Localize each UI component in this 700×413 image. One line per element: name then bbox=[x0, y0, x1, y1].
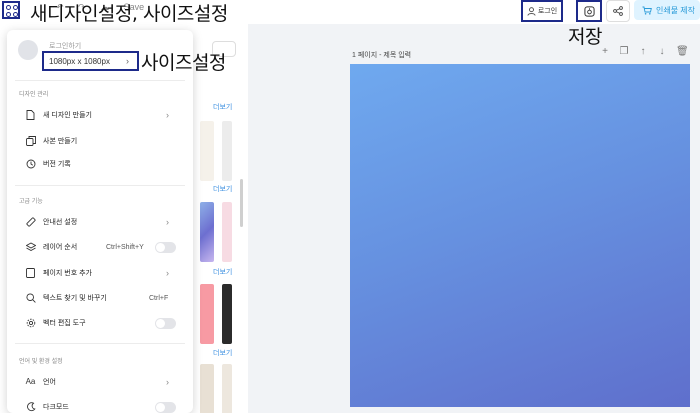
file-icon bbox=[25, 109, 36, 120]
profile-name[interactable]: 로그인하기 bbox=[49, 41, 81, 51]
divider bbox=[15, 80, 185, 81]
annotation-save: 저장 bbox=[568, 26, 602, 48]
menu-item-new-design[interactable]: 새 디자인 만들기 › bbox=[7, 106, 193, 124]
divider bbox=[15, 185, 185, 186]
vector-tool-toggle[interactable] bbox=[155, 318, 176, 329]
template-panel: 더보기 더보기 더보기 더보기 bbox=[190, 24, 243, 413]
print-order-label: 인쇄물 제작 bbox=[656, 5, 696, 15]
more-link[interactable]: 더보기 bbox=[213, 267, 232, 277]
annotation-size: 사이즈설정 bbox=[141, 52, 226, 74]
layers-toggle[interactable] bbox=[155, 242, 176, 253]
copy-icon bbox=[25, 135, 36, 146]
menu-item-language[interactable]: Aa 언어 › bbox=[7, 373, 193, 391]
dark-mode-toggle[interactable] bbox=[155, 402, 176, 413]
section-title-language: 언어 및 환경 설정 bbox=[19, 359, 63, 365]
template-thumbnail[interactable] bbox=[222, 202, 232, 262]
template-thumbnail[interactable] bbox=[222, 364, 232, 413]
menu-item-label: 벡터 편집 도구 bbox=[43, 320, 86, 327]
menu-item-find-replace[interactable]: 텍스트 찾기 및 바꾸기 Ctrl+F bbox=[7, 289, 193, 307]
menu-item-label: 버전 기록 bbox=[43, 161, 71, 168]
template-thumbnail[interactable] bbox=[200, 121, 214, 181]
menu-item-copy[interactable]: 사본 만들기 bbox=[7, 132, 193, 150]
share-button[interactable] bbox=[606, 0, 630, 22]
menu-item-label: 텍스트 찾기 및 바꾸기 bbox=[43, 295, 107, 302]
more-link[interactable]: 더보기 bbox=[213, 348, 232, 358]
share-icon bbox=[613, 6, 623, 16]
menu-item-vector-tool[interactable]: 벡터 편집 도구 bbox=[7, 314, 193, 332]
menu-item-guides[interactable]: 안내선 설정 › bbox=[7, 213, 193, 231]
menu-item-label: 레이어 순서 bbox=[43, 244, 78, 251]
page-title[interactable]: 1 페이지 - 제목 입력 bbox=[352, 50, 411, 60]
chevron-right-icon: › bbox=[166, 217, 169, 227]
avatar[interactable] bbox=[18, 40, 38, 60]
page-icon bbox=[25, 267, 36, 278]
section-title-design: 디자인 관리 bbox=[19, 92, 49, 98]
login-button[interactable]: 로그인 bbox=[521, 0, 563, 22]
chevron-right-icon: › bbox=[166, 268, 169, 278]
language-icon: Aa bbox=[25, 377, 36, 386]
more-link[interactable]: 더보기 bbox=[213, 102, 232, 112]
menu-item-label: 다크모드 bbox=[43, 404, 69, 411]
canvas-area: 1 페이지 - 제목 입력 + ❐ ↑ ↓ 🗑 bbox=[248, 24, 700, 413]
search-icon bbox=[25, 292, 36, 303]
annotation-new-design-size: 새디자인설정, 사이즈설정 bbox=[30, 3, 228, 25]
cart-icon bbox=[642, 6, 652, 15]
user-icon bbox=[527, 6, 536, 16]
menu-item-layers[interactable]: 레이어 순서 Ctrl+Shift+Y bbox=[7, 238, 193, 256]
login-label: 로그인 bbox=[537, 8, 558, 15]
move-down-icon[interactable]: ↓ bbox=[657, 46, 667, 57]
canvas-size-value: 1080px x 1080px bbox=[49, 56, 110, 66]
template-thumbnail[interactable] bbox=[222, 284, 232, 344]
left-sidebar-strip bbox=[0, 24, 6, 413]
menu-grid-icon[interactable] bbox=[2, 1, 20, 19]
menu-item-label: 언어 bbox=[43, 379, 56, 386]
move-up-icon[interactable]: ↑ bbox=[638, 46, 648, 57]
trash-icon[interactable]: 🗑 bbox=[676, 46, 689, 57]
history-icon bbox=[25, 158, 36, 169]
panel-scrollbar[interactable] bbox=[240, 179, 243, 227]
ruler-icon bbox=[25, 216, 36, 227]
menu-item-label: 안내선 설정 bbox=[43, 219, 78, 226]
shortcut-label: Ctrl+F bbox=[149, 294, 169, 302]
template-thumbnail[interactable] bbox=[222, 121, 232, 181]
template-thumbnail[interactable] bbox=[200, 284, 214, 344]
print-order-button[interactable]: 인쇄물 제작 bbox=[634, 0, 700, 20]
chevron-right-icon: › bbox=[126, 56, 129, 66]
gear-icon bbox=[25, 317, 36, 328]
main-menu-dropdown: 로그인하기 1080px x 1080px › 디자인 관리 새 디자인 만들기… bbox=[7, 30, 193, 413]
moon-icon bbox=[25, 401, 36, 412]
page-tools: + ❐ ↑ ↓ 🗑 bbox=[600, 46, 689, 57]
more-link[interactable]: 더보기 bbox=[213, 184, 232, 194]
chevron-right-icon: › bbox=[166, 110, 169, 120]
shortcut-label: Ctrl+Shift+Y bbox=[106, 243, 144, 251]
design-canvas[interactable] bbox=[350, 64, 690, 407]
canvas-size-selector[interactable]: 1080px x 1080px › bbox=[42, 51, 139, 71]
save-icon bbox=[583, 5, 595, 17]
divider bbox=[15, 343, 185, 344]
menu-item-label: 사본 만들기 bbox=[43, 138, 78, 145]
menu-item-label: 새 디자인 만들기 bbox=[43, 112, 92, 119]
menu-item-history[interactable]: 버전 기록 bbox=[7, 155, 193, 173]
template-thumbnail[interactable] bbox=[200, 202, 214, 262]
chevron-right-icon: › bbox=[166, 377, 169, 387]
save-button[interactable] bbox=[576, 0, 602, 22]
template-thumbnail[interactable] bbox=[200, 364, 214, 413]
menu-item-page-number[interactable]: 페이지 번호 추가 › bbox=[7, 264, 193, 282]
copy-page-icon[interactable]: ❐ bbox=[619, 46, 629, 57]
layers-icon bbox=[25, 241, 36, 252]
section-title-advanced: 고급 기능 bbox=[19, 199, 43, 205]
menu-item-label: 페이지 번호 추가 bbox=[43, 270, 92, 277]
menu-item-dark-mode[interactable]: 다크모드 bbox=[7, 398, 193, 413]
